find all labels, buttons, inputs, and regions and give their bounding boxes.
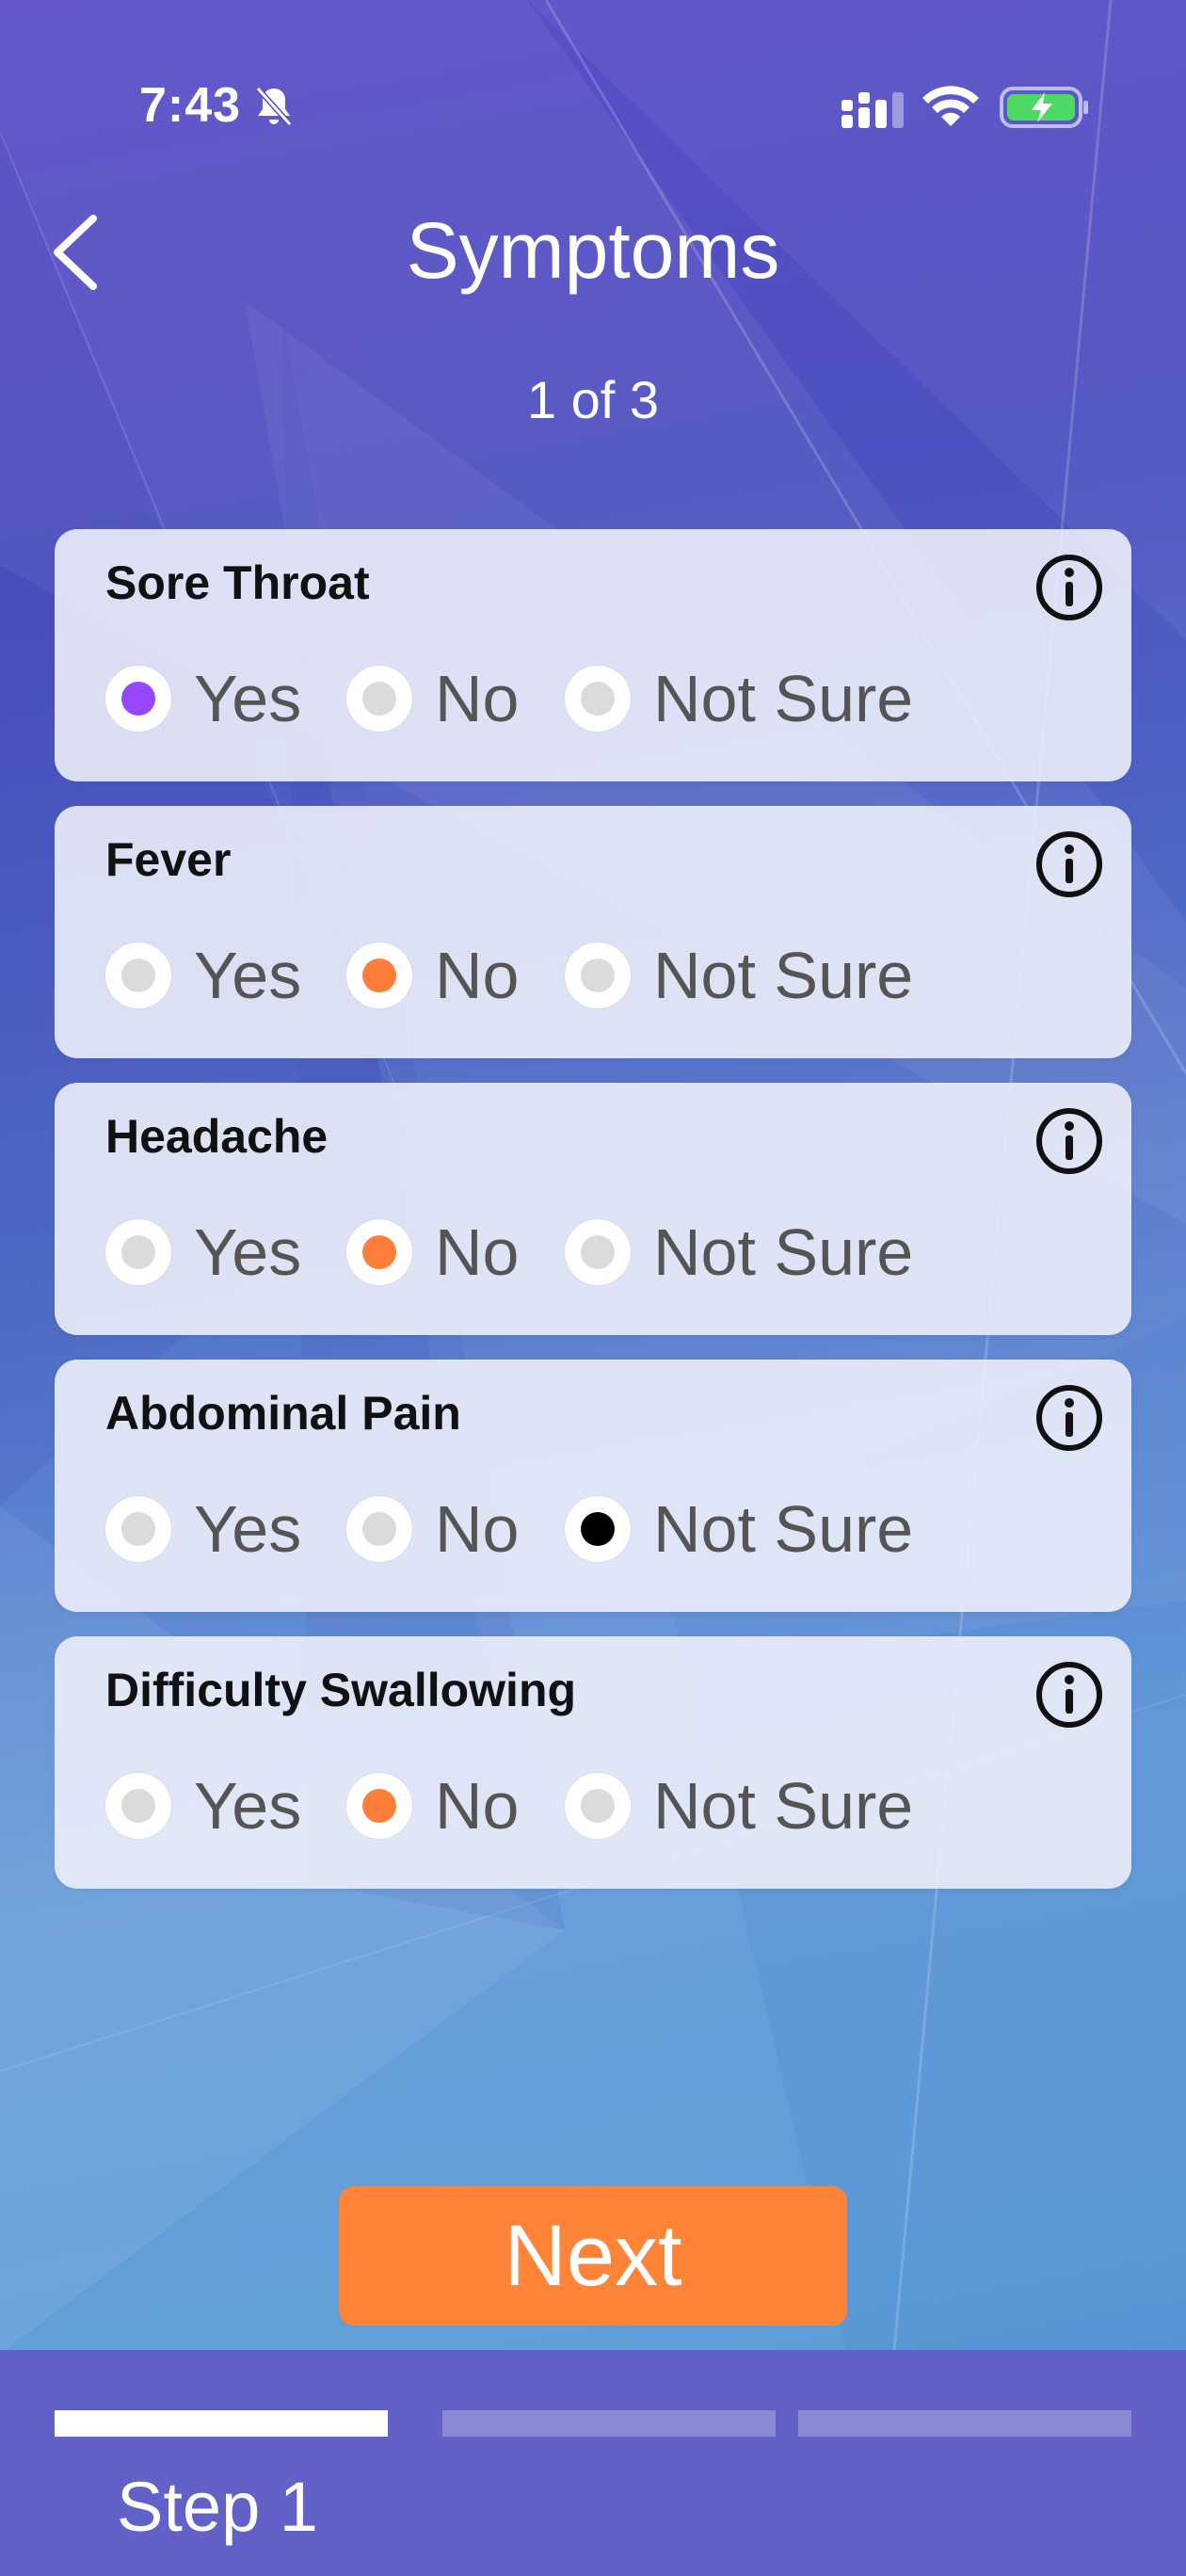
radio-button[interactable] [565,1773,631,1839]
option-label: No [435,1216,520,1289]
option-label: No [435,1492,520,1566]
option-no[interactable]: No [346,1491,519,1567]
info-icon[interactable] [1034,1382,1105,1454]
radio-button[interactable] [565,1219,631,1285]
radio-button[interactable] [105,1219,171,1285]
symptom-card-fever: Fever Yes No Not Sure [55,806,1131,1058]
radio-dot [121,1512,155,1546]
option-label: Yes [194,1216,302,1289]
option-yes[interactable]: Yes [105,1768,301,1843]
radio-dot [121,1789,155,1823]
radio-dot [581,1512,615,1546]
option-yes[interactable]: Yes [105,938,301,1013]
page-title: Symptoms [406,206,780,295]
step-counter: 1 of 3 [526,370,660,429]
wifi-icon [922,86,979,126]
option-no[interactable]: No [346,661,519,736]
radio-button[interactable] [346,1496,412,1562]
radio-dot [362,1235,396,1269]
info-icon[interactable] [1034,829,1105,900]
option-label: Yes [194,1492,302,1566]
option-no[interactable]: No [346,1768,519,1843]
info-icon[interactable] [1034,1105,1105,1177]
symptom-card-sore-throat: Sore Throat Yes No Not Sure [55,529,1131,781]
signal-icon [841,92,904,128]
radio-button[interactable] [346,942,412,1008]
symptom-title: Abdominal Pain [105,1387,461,1440]
radio-dot [581,682,615,716]
option-label: Not Sure [653,1216,914,1289]
option-not-sure[interactable]: Not Sure [565,1491,913,1567]
radio-dot [581,958,615,992]
radio-button[interactable] [565,1496,631,1562]
symptom-title: Headache [105,1110,329,1163]
option-label: Not Sure [653,1492,914,1566]
option-label: Yes [194,1769,302,1843]
progress-segment-2 [442,2410,776,2437]
radio-dot [362,1789,396,1823]
option-yes[interactable]: Yes [105,1215,301,1290]
option-yes[interactable]: Yes [105,1491,301,1567]
option-not-sure[interactable]: Not Sure [565,1215,913,1290]
radio-dot [362,1512,396,1546]
radio-dot [581,1235,615,1269]
radio-dot [121,1235,155,1269]
symptom-title: Difficulty Swallowing [105,1664,577,1716]
symptom-title: Sore Throat [105,556,370,609]
radio-button[interactable] [346,1219,412,1285]
option-label: Yes [194,939,302,1012]
info-icon[interactable] [1034,552,1105,623]
option-label: Not Sure [653,939,914,1012]
option-yes[interactable]: Yes [105,661,301,736]
next-button[interactable]: Next [339,2186,847,2326]
radio-button[interactable] [565,666,631,732]
step-label: Step 1 [117,2468,318,2546]
progress-segment-3 [798,2410,1131,2437]
option-label: Yes [194,662,302,735]
bell-slash-icon [255,86,293,127]
radio-dot [581,1789,615,1823]
option-not-sure[interactable]: Not Sure [565,661,913,736]
option-not-sure[interactable]: Not Sure [565,938,913,1013]
radio-button[interactable] [346,666,412,732]
option-label: No [435,939,520,1012]
radio-dot [121,682,155,716]
option-label: Not Sure [653,662,914,735]
radio-button[interactable] [346,1773,412,1839]
option-no[interactable]: No [346,938,519,1013]
option-label: No [435,662,520,735]
battery-charging-icon [1000,87,1088,128]
radio-dot [362,958,396,992]
symptom-card-difficulty-swallowing: Difficulty Swallowing Yes No Not Sure [55,1636,1131,1889]
option-no[interactable]: No [346,1215,519,1290]
option-label: Not Sure [653,1769,914,1843]
radio-button[interactable] [105,1496,171,1562]
symptom-card-abdominal-pain: Abdominal Pain Yes No Not Sure [55,1360,1131,1612]
radio-dot [121,958,155,992]
status-time: 7:43 [139,78,242,133]
symptoms-screen: 7:43 Symptoms 1 of 3 Sore Throat Yes No … [0,0,1186,2576]
radio-button[interactable] [105,1773,171,1839]
symptom-title: Fever [105,833,232,886]
symptom-card-headache: Headache Yes No Not Sure [55,1083,1131,1335]
radio-button[interactable] [105,942,171,1008]
radio-button[interactable] [565,942,631,1008]
status-bar: 7:43 [0,0,1186,217]
radio-button[interactable] [105,666,171,732]
progress-segment-1 [55,2410,388,2437]
option-label: No [435,1769,520,1843]
option-not-sure[interactable]: Not Sure [565,1768,913,1843]
radio-dot [362,682,396,716]
info-icon[interactable] [1034,1659,1105,1731]
